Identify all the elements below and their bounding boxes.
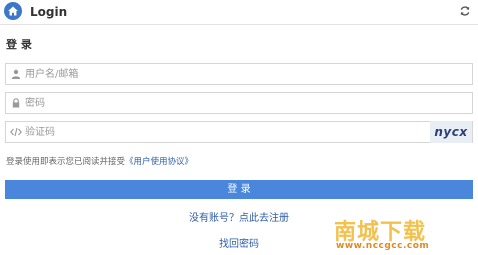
refresh-icon[interactable] bbox=[458, 4, 472, 18]
app-title: Login bbox=[30, 5, 68, 19]
captcha-image[interactable]: nycx bbox=[430, 121, 472, 143]
user-icon bbox=[10, 68, 22, 80]
captcha-field[interactable]: nycx bbox=[5, 121, 473, 143]
agreement-prefix: 登录使用即表示您已阅读并接受 bbox=[6, 157, 126, 167]
user-agreement-link[interactable]: 《用户使用协议》 bbox=[125, 157, 193, 167]
username-field[interactable] bbox=[5, 63, 473, 85]
captcha-image-text: nycx bbox=[434, 125, 468, 139]
lock-icon bbox=[10, 97, 22, 109]
login-button[interactable]: 登 录 bbox=[5, 180, 473, 199]
watermark-url: www.nccgcc.com bbox=[336, 241, 430, 251]
watermark: 南城下载 www.nccgcc.com bbox=[334, 210, 460, 254]
password-input[interactable] bbox=[25, 94, 425, 112]
code-icon bbox=[10, 126, 22, 138]
top-bar: Login bbox=[0, 0, 478, 25]
agreement-text: 登录使用即表示您已阅读并接受《用户使用协议》 bbox=[6, 155, 193, 167]
home-icon[interactable] bbox=[4, 2, 22, 20]
section-title: 登 录 bbox=[6, 38, 32, 51]
username-input[interactable] bbox=[25, 65, 425, 83]
captcha-input[interactable] bbox=[25, 123, 425, 141]
password-field[interactable] bbox=[5, 92, 473, 114]
